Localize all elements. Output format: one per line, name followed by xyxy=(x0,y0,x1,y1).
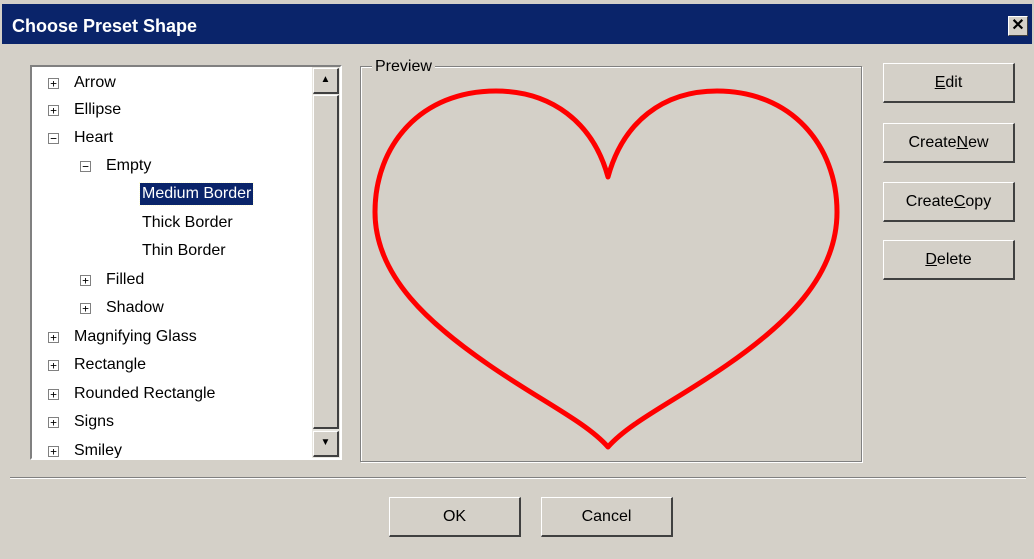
tree-item-label: Rounded Rectangle xyxy=(74,385,216,402)
tree-item-label: Thick Border xyxy=(142,214,233,231)
tree-item-label: Magnifying Glass xyxy=(74,328,197,345)
expand-icon[interactable]: + xyxy=(80,275,91,286)
tree-item-label: Signs xyxy=(74,413,115,430)
tree-item-thick-border[interactable]: Thick Border xyxy=(142,212,322,234)
tree-item-empty[interactable]: − Empty xyxy=(80,155,300,177)
close-icon: ✕ xyxy=(1011,17,1025,34)
tree-item-filled[interactable]: + Filled xyxy=(80,269,300,291)
expand-icon[interactable]: + xyxy=(48,360,59,371)
tree-item-ellipse[interactable]: + Ellipse xyxy=(48,99,308,121)
expand-icon[interactable]: + xyxy=(48,332,59,343)
create-copy-button-label: Create Copy xyxy=(905,193,992,210)
tree-item-magnifying-glass[interactable]: + Magnifying Glass xyxy=(48,326,308,348)
heart-preview-shape xyxy=(372,88,840,450)
delete-button[interactable]: Delete xyxy=(883,240,1015,280)
shape-tree[interactable]: + Arrow + Ellipse − Heart − Empty Medium… xyxy=(30,65,342,460)
expand-icon[interactable]: + xyxy=(48,105,59,116)
arrow-down-icon: ▼ xyxy=(320,437,331,448)
divider xyxy=(10,477,1026,479)
expand-icon[interactable]: + xyxy=(48,446,59,457)
preview-label: Preview xyxy=(372,58,435,76)
tree-item-shadow[interactable]: + Shadow xyxy=(80,297,300,319)
expand-icon[interactable]: + xyxy=(48,417,59,428)
preview-frame xyxy=(360,66,862,462)
tree-item-heart[interactable]: − Heart xyxy=(48,127,308,149)
ok-button[interactable]: OK xyxy=(389,497,521,537)
tree-item-arrow[interactable]: + Arrow xyxy=(48,72,308,94)
ok-button-label: OK xyxy=(442,508,467,525)
create-new-button-label: Create New xyxy=(908,134,989,151)
create-new-button[interactable]: Create New xyxy=(883,123,1015,163)
cancel-button-label: Cancel xyxy=(581,508,632,525)
tree-item-rectangle[interactable]: + Rectangle xyxy=(48,354,308,376)
close-button[interactable]: ✕ xyxy=(1008,16,1028,36)
tree-item-label: Shadow xyxy=(106,299,164,316)
create-copy-button[interactable]: Create Copy xyxy=(883,182,1015,222)
arrow-up-icon: ▲ xyxy=(320,74,331,85)
scroll-down-button[interactable]: ▼ xyxy=(313,431,339,457)
delete-button-label: Delete xyxy=(925,251,972,268)
tree-item-thin-border[interactable]: Thin Border xyxy=(142,240,322,262)
tree-item-rounded-rectangle[interactable]: + Rounded Rectangle xyxy=(48,383,308,405)
tree-item-label: Ellipse xyxy=(74,101,122,118)
tree-item-label: Thin Border xyxy=(142,242,226,259)
collapse-icon[interactable]: − xyxy=(48,133,59,144)
tree-item-label: Smiley xyxy=(74,442,123,459)
title-bar: Choose Preset Shape ✕ xyxy=(2,4,1032,44)
scroll-thumb[interactable] xyxy=(313,95,339,429)
expand-icon[interactable]: + xyxy=(48,389,59,400)
expand-icon[interactable]: + xyxy=(80,303,91,314)
edit-button-label: Edit xyxy=(934,74,963,91)
tree-item-label: Arrow xyxy=(74,74,116,91)
window-title: Choose Preset Shape xyxy=(12,16,198,36)
edit-button[interactable]: Edit xyxy=(883,63,1015,103)
tree-item-medium-border[interactable]: Medium Border xyxy=(138,182,320,206)
expand-icon[interactable]: + xyxy=(48,78,59,89)
tree-item-smiley[interactable]: + Smiley xyxy=(48,440,308,459)
collapse-icon[interactable]: − xyxy=(80,161,91,172)
tree-item-label: Medium Border xyxy=(138,182,255,206)
tree-item-label: Rectangle xyxy=(74,356,147,373)
tree-item-label: Empty xyxy=(106,157,152,174)
tree-item-label: Heart xyxy=(74,129,114,146)
tree-item-label: Filled xyxy=(106,271,145,288)
tree-item-signs[interactable]: + Signs xyxy=(48,411,308,433)
scroll-up-button[interactable]: ▲ xyxy=(313,68,339,94)
cancel-button[interactable]: Cancel xyxy=(541,497,673,537)
tree-scrollbar[interactable]: ▲ ▼ xyxy=(312,67,340,458)
